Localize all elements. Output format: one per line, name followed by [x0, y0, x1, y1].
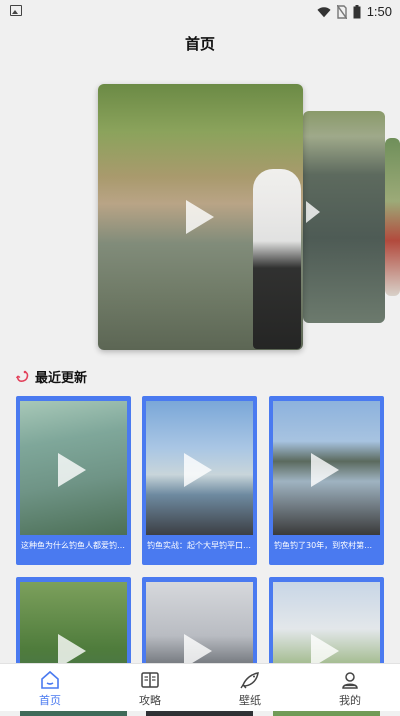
- user-icon: [342, 672, 358, 689]
- status-bar: 1:50: [0, 0, 400, 24]
- tab-home[interactable]: 首页: [0, 664, 100, 711]
- video-caption: 钓鱼钓了30年，到农村第…: [274, 541, 373, 550]
- video-card[interactable]: [269, 577, 384, 716]
- video-card[interactable]: [142, 577, 257, 716]
- no-sim-icon: [336, 4, 347, 19]
- play-icon: [311, 453, 339, 487]
- section-title: 最近更新: [35, 371, 88, 386]
- video-thumbnail: [146, 401, 253, 535]
- play-icon: [58, 453, 86, 487]
- tab-label: 我的: [339, 694, 361, 707]
- video-card[interactable]: [16, 577, 131, 716]
- battery-icon: [353, 4, 361, 18]
- play-icon[interactable]: [186, 200, 214, 234]
- video-caption: 这种鱼为什么钓鱼人都爱钓…: [21, 541, 125, 550]
- hook-icon: [16, 370, 29, 382]
- recent-section-header: 最近更新: [16, 367, 87, 386]
- video-card[interactable]: 这种鱼为什么钓鱼人都爱钓…: [16, 396, 131, 565]
- tab-profile[interactable]: 我的: [300, 664, 400, 711]
- clock: 1:50: [366, 4, 392, 19]
- angler-figure: [253, 169, 301, 349]
- video-card[interactable]: 钓鱼钓了30年，到农村第…: [269, 396, 384, 565]
- play-icon: [184, 453, 212, 487]
- book-icon: [141, 672, 159, 688]
- banner-carousel[interactable]: [0, 84, 400, 352]
- fish-icon: [240, 672, 259, 689]
- play-icon: [306, 201, 320, 223]
- gallery-icon: [10, 5, 22, 16]
- carousel-slide-1[interactable]: [98, 84, 303, 350]
- carousel-slide-3[interactable]: [385, 138, 400, 296]
- tab-label: 首页: [39, 694, 61, 707]
- video-thumbnail: [273, 401, 380, 535]
- video-thumbnail: [20, 401, 127, 535]
- tab-label: 壁纸: [239, 694, 261, 707]
- wifi-icon: [317, 6, 331, 17]
- tab-label: 攻略: [139, 694, 161, 707]
- tab-wallpaper[interactable]: 壁纸: [200, 664, 300, 711]
- page-title: 首页: [184, 35, 215, 53]
- carousel-slide-2[interactable]: [303, 111, 385, 323]
- bottom-tab-bar: 首页 攻略 壁纸 我的: [0, 663, 400, 711]
- video-card[interactable]: 钓鱼实战：起个大早钓平口…: [142, 396, 257, 565]
- home-icon: [41, 670, 59, 689]
- tab-guide[interactable]: 攻略: [100, 664, 200, 711]
- video-caption: 钓鱼实战：起个大早钓平口…: [147, 541, 251, 550]
